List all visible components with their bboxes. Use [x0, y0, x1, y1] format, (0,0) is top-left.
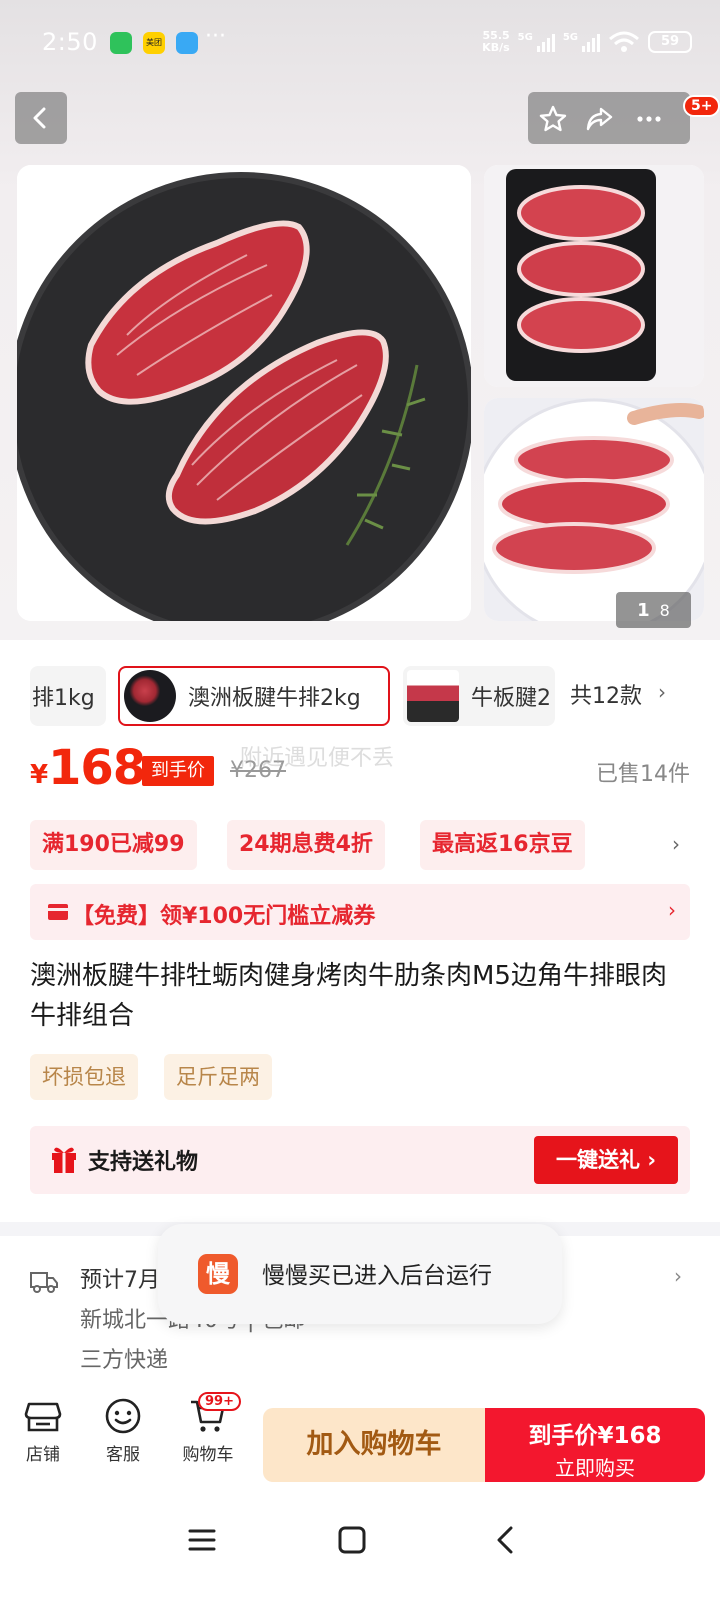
signal-label: 5G — [517, 32, 533, 43]
truck-icon — [30, 1272, 58, 1293]
star-icon[interactable] — [538, 104, 568, 134]
chevron-right-icon[interactable]: › — [672, 832, 680, 856]
image-counter-total: 8 — [659, 600, 670, 620]
delivery-estimate: 预计7月 — [80, 1268, 160, 1293]
variant-item[interactable]: 排1kg — [30, 666, 106, 726]
add-to-cart-button[interactable]: 加入购物车 — [263, 1408, 485, 1482]
steak-tray-image — [484, 165, 704, 387]
status-bar: 2:50 美团 ··· 55.5 KB/s 5G 5G 59 — [0, 20, 720, 68]
main-product-image[interactable] — [17, 165, 471, 621]
system-navigation-bar — [0, 1500, 720, 1600]
variant-label: 牛板腱2 — [471, 686, 551, 711]
signal-label-2: 5G — [562, 32, 578, 43]
wechat-icon — [110, 32, 132, 54]
home-icon[interactable] — [336, 1524, 368, 1556]
net-speed-unit: KB/s — [482, 41, 510, 54]
image-counter: 1 8 — [616, 592, 691, 628]
product-title: 澳洲板腱牛排牡蛎肉健身烤肉牛肋条肉M5边角牛排眼肉牛排组合 — [30, 961, 667, 1031]
variant-thumbnail — [124, 670, 176, 722]
chevron-right-icon[interactable]: › — [658, 680, 666, 704]
variant-total-link[interactable]: 共12款 — [570, 678, 642, 710]
cart-count-badge: 99+ — [198, 1392, 241, 1411]
toast-text: 慢慢买已进入后台运行 — [262, 1263, 492, 1289]
service-label: 客服 — [106, 1445, 140, 1465]
meituan-icon: 美团 — [143, 32, 165, 54]
thumbnail-image-tray[interactable] — [484, 165, 704, 387]
more-icon[interactable] — [634, 104, 664, 134]
promo-tag[interactable]: 最高返16京豆 — [420, 820, 585, 870]
status-time: 2:50 — [42, 28, 98, 56]
service-icon — [105, 1398, 141, 1434]
toast-notification: 慢 慢慢买已进入后台运行 — [158, 1224, 562, 1324]
store-label: 店铺 — [26, 1445, 60, 1465]
gift-banner: 支持送礼物 一键送礼 › — [30, 1126, 690, 1194]
courier-type: 三方快递 — [80, 1348, 169, 1373]
status-more-icon: ··· — [205, 24, 226, 49]
app-icon — [176, 32, 198, 54]
gift-label: 支持送礼物 — [88, 1150, 199, 1175]
price-row: ¥ 168 到手价 ¥267 附近遇见便不丢 已售14件 — [30, 740, 690, 800]
coupon-banner[interactable]: 【免费】领¥100无门槛立减券 › — [30, 884, 690, 940]
steak-plate-image — [484, 398, 704, 621]
manmanmai-app-icon: 慢 — [198, 1254, 238, 1294]
notification-badge: 5+ — [683, 95, 720, 117]
price-currency: ¥ — [30, 760, 49, 790]
steak-image — [17, 165, 471, 621]
menu-icon[interactable] — [186, 1524, 218, 1556]
service-tag: 足斤足两 — [164, 1054, 272, 1100]
chevron-right-icon: › — [674, 1264, 682, 1288]
price-value: 168 — [48, 740, 146, 796]
cart-label: 购物车 — [182, 1445, 234, 1465]
customer-service-button[interactable]: 客服 — [88, 1396, 158, 1465]
back-button[interactable] — [15, 92, 67, 144]
buy-price-label: 到手价¥168 — [528, 1423, 662, 1449]
status-indicators: 55.5 KB/s 5G 5G 59 — [482, 30, 692, 54]
service-tag: 坏损包退 — [30, 1054, 138, 1100]
sold-count: 已售14件 — [596, 762, 690, 787]
chevron-left-icon — [33, 107, 46, 129]
promotion-row[interactable]: 满190已减99 24期息费4折 最高返16京豆 › — [30, 820, 690, 870]
store-button[interactable]: 店铺 — [8, 1396, 78, 1465]
promo-tag[interactable]: 24期息费4折 — [227, 820, 385, 870]
back-nav-icon[interactable] — [490, 1524, 522, 1556]
net-speed: 55.5 KB/s — [482, 30, 509, 54]
variant-label: 澳洲板腱牛排2kg — [188, 686, 361, 711]
buy-now-button[interactable]: 到手价¥168 立即购买 — [485, 1408, 705, 1482]
final-price-tag: 到手价 — [142, 756, 214, 786]
signal-icon: 5G — [518, 32, 555, 52]
send-gift-button[interactable]: 一键送礼 › — [534, 1136, 678, 1184]
coupon-icon — [48, 904, 68, 920]
overlay-watermark-text: 附近遇见便不丢 — [240, 746, 395, 771]
store-icon — [24, 1402, 62, 1432]
thumbnail-image-plate[interactable] — [484, 398, 704, 621]
bottom-action-bar: 店铺 客服 购物车 99+ 加入购物车 到手价¥168 立即购买 — [0, 1392, 720, 1492]
signal-icon-2: 5G — [563, 32, 600, 52]
image-counter-current: 1 — [637, 599, 650, 621]
promo-tag[interactable]: 满190已减99 — [30, 820, 197, 870]
buy-now-label: 立即购买 — [555, 1456, 635, 1480]
product-gallery: 2:50 美团 ··· 55.5 KB/s 5G 5G 59 5+ 1 8 — [0, 0, 720, 640]
coupon-text: 【免费】领¥100无门槛立减券 — [72, 904, 376, 929]
battery-icon: 59 — [648, 31, 692, 53]
chevron-right-icon: › — [668, 898, 676, 922]
header-actions — [528, 92, 690, 144]
variant-thumbnail — [407, 670, 459, 722]
wifi-icon — [609, 31, 639, 52]
variant-selector: 排1kg 澳洲板腱牛排2kg 牛板腱2 共12款 › — [0, 660, 720, 730]
gift-icon — [52, 1147, 76, 1173]
variant-item-selected[interactable]: 澳洲板腱牛排2kg — [118, 666, 390, 726]
share-icon[interactable] — [584, 104, 614, 134]
variant-item[interactable]: 牛板腱2 — [403, 666, 555, 726]
variant-label: 排1kg — [32, 686, 95, 711]
